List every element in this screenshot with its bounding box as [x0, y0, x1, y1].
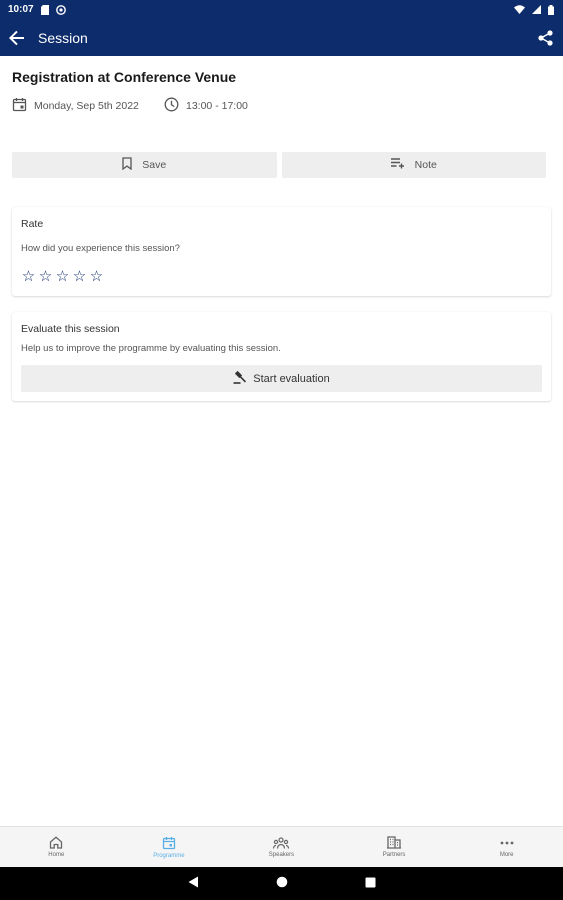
calendar-icon — [12, 97, 27, 115]
session-content: Registration at Conference Venue Monday,… — [0, 56, 563, 826]
session-date-text: Monday, Sep 5th 2022 — [34, 100, 139, 112]
session-date: Monday, Sep 5th 2022 — [12, 97, 139, 115]
save-button[interactable]: Save — [12, 152, 277, 178]
start-evaluation-button[interactable]: Start evaluation — [21, 365, 542, 392]
wifi-icon — [514, 5, 525, 14]
nav-item-more[interactable]: More — [450, 827, 563, 867]
nav-item-home[interactable]: Home — [0, 827, 113, 867]
at-sign-icon — [55, 4, 66, 15]
building-icon — [387, 836, 402, 849]
evaluate-card-description: Help us to improve the programme by eval… — [21, 343, 281, 354]
bookmark-icon — [122, 157, 132, 173]
calendar-icon — [162, 836, 176, 850]
nav-item-programme[interactable]: Programme — [113, 827, 226, 867]
recents-square-icon[interactable] — [365, 875, 376, 893]
star-icon[interactable]: ☆ — [38, 269, 53, 284]
more-icon — [500, 837, 514, 849]
note-button[interactable]: Note — [281, 152, 546, 178]
signal-icon — [532, 5, 541, 14]
note-button-label: Note — [414, 159, 437, 171]
evaluate-card: Evaluate this session Help us to improve… — [12, 312, 551, 401]
share-icon[interactable] — [538, 29, 553, 46]
nav-item-label: Speakers — [268, 851, 295, 858]
session-title: Registration at Conference Venue — [12, 69, 237, 85]
status-time: 10:07 — [8, 4, 34, 15]
note-add-icon — [390, 158, 405, 172]
star-rating: ☆ ☆ ☆ ☆ ☆ — [21, 269, 104, 284]
nav-item-label: Programme — [153, 852, 185, 859]
rate-card: Rate How did you experience this session… — [12, 207, 551, 296]
gavel-icon — [233, 370, 247, 387]
nav-item-speakers[interactable]: Speakers — [225, 827, 338, 867]
people-icon — [273, 836, 290, 849]
back-triangle-icon[interactable] — [188, 875, 199, 893]
bottom-nav: Home Programme Speakers Partners More — [0, 826, 563, 867]
home-icon — [49, 836, 63, 849]
app-bar: Session — [0, 19, 563, 56]
start-evaluation-label: Start evaluation — [253, 372, 330, 385]
star-icon[interactable]: ☆ — [55, 269, 70, 284]
rate-card-title: Rate — [21, 218, 44, 230]
sd-card-icon — [40, 4, 49, 15]
system-nav-bar — [0, 867, 563, 900]
nav-item-label: Home — [48, 852, 65, 858]
save-button-label: Save — [142, 159, 167, 171]
action-row: Save Note — [12, 152, 546, 178]
page-title: Session — [38, 29, 88, 46]
home-circle-icon[interactable] — [276, 875, 288, 893]
nav-item-label: Partners — [382, 852, 406, 858]
nav-item-partners[interactable]: Partners — [338, 827, 451, 867]
battery-icon — [548, 4, 554, 15]
star-icon[interactable]: ☆ — [72, 269, 87, 284]
star-icon[interactable]: ☆ — [21, 269, 36, 284]
star-icon[interactable]: ☆ — [89, 269, 104, 284]
session-time: 13:00 - 17:00 — [164, 97, 248, 115]
status-bar: 10:07 — [0, 0, 563, 19]
back-arrow-icon[interactable] — [9, 30, 25, 46]
session-time-text: 13:00 - 17:00 — [186, 100, 248, 112]
clock-icon — [164, 97, 179, 115]
rate-card-prompt: How did you experience this session? — [21, 243, 180, 254]
nav-item-label: More — [499, 851, 514, 858]
evaluate-card-title: Evaluate this session — [21, 323, 120, 335]
